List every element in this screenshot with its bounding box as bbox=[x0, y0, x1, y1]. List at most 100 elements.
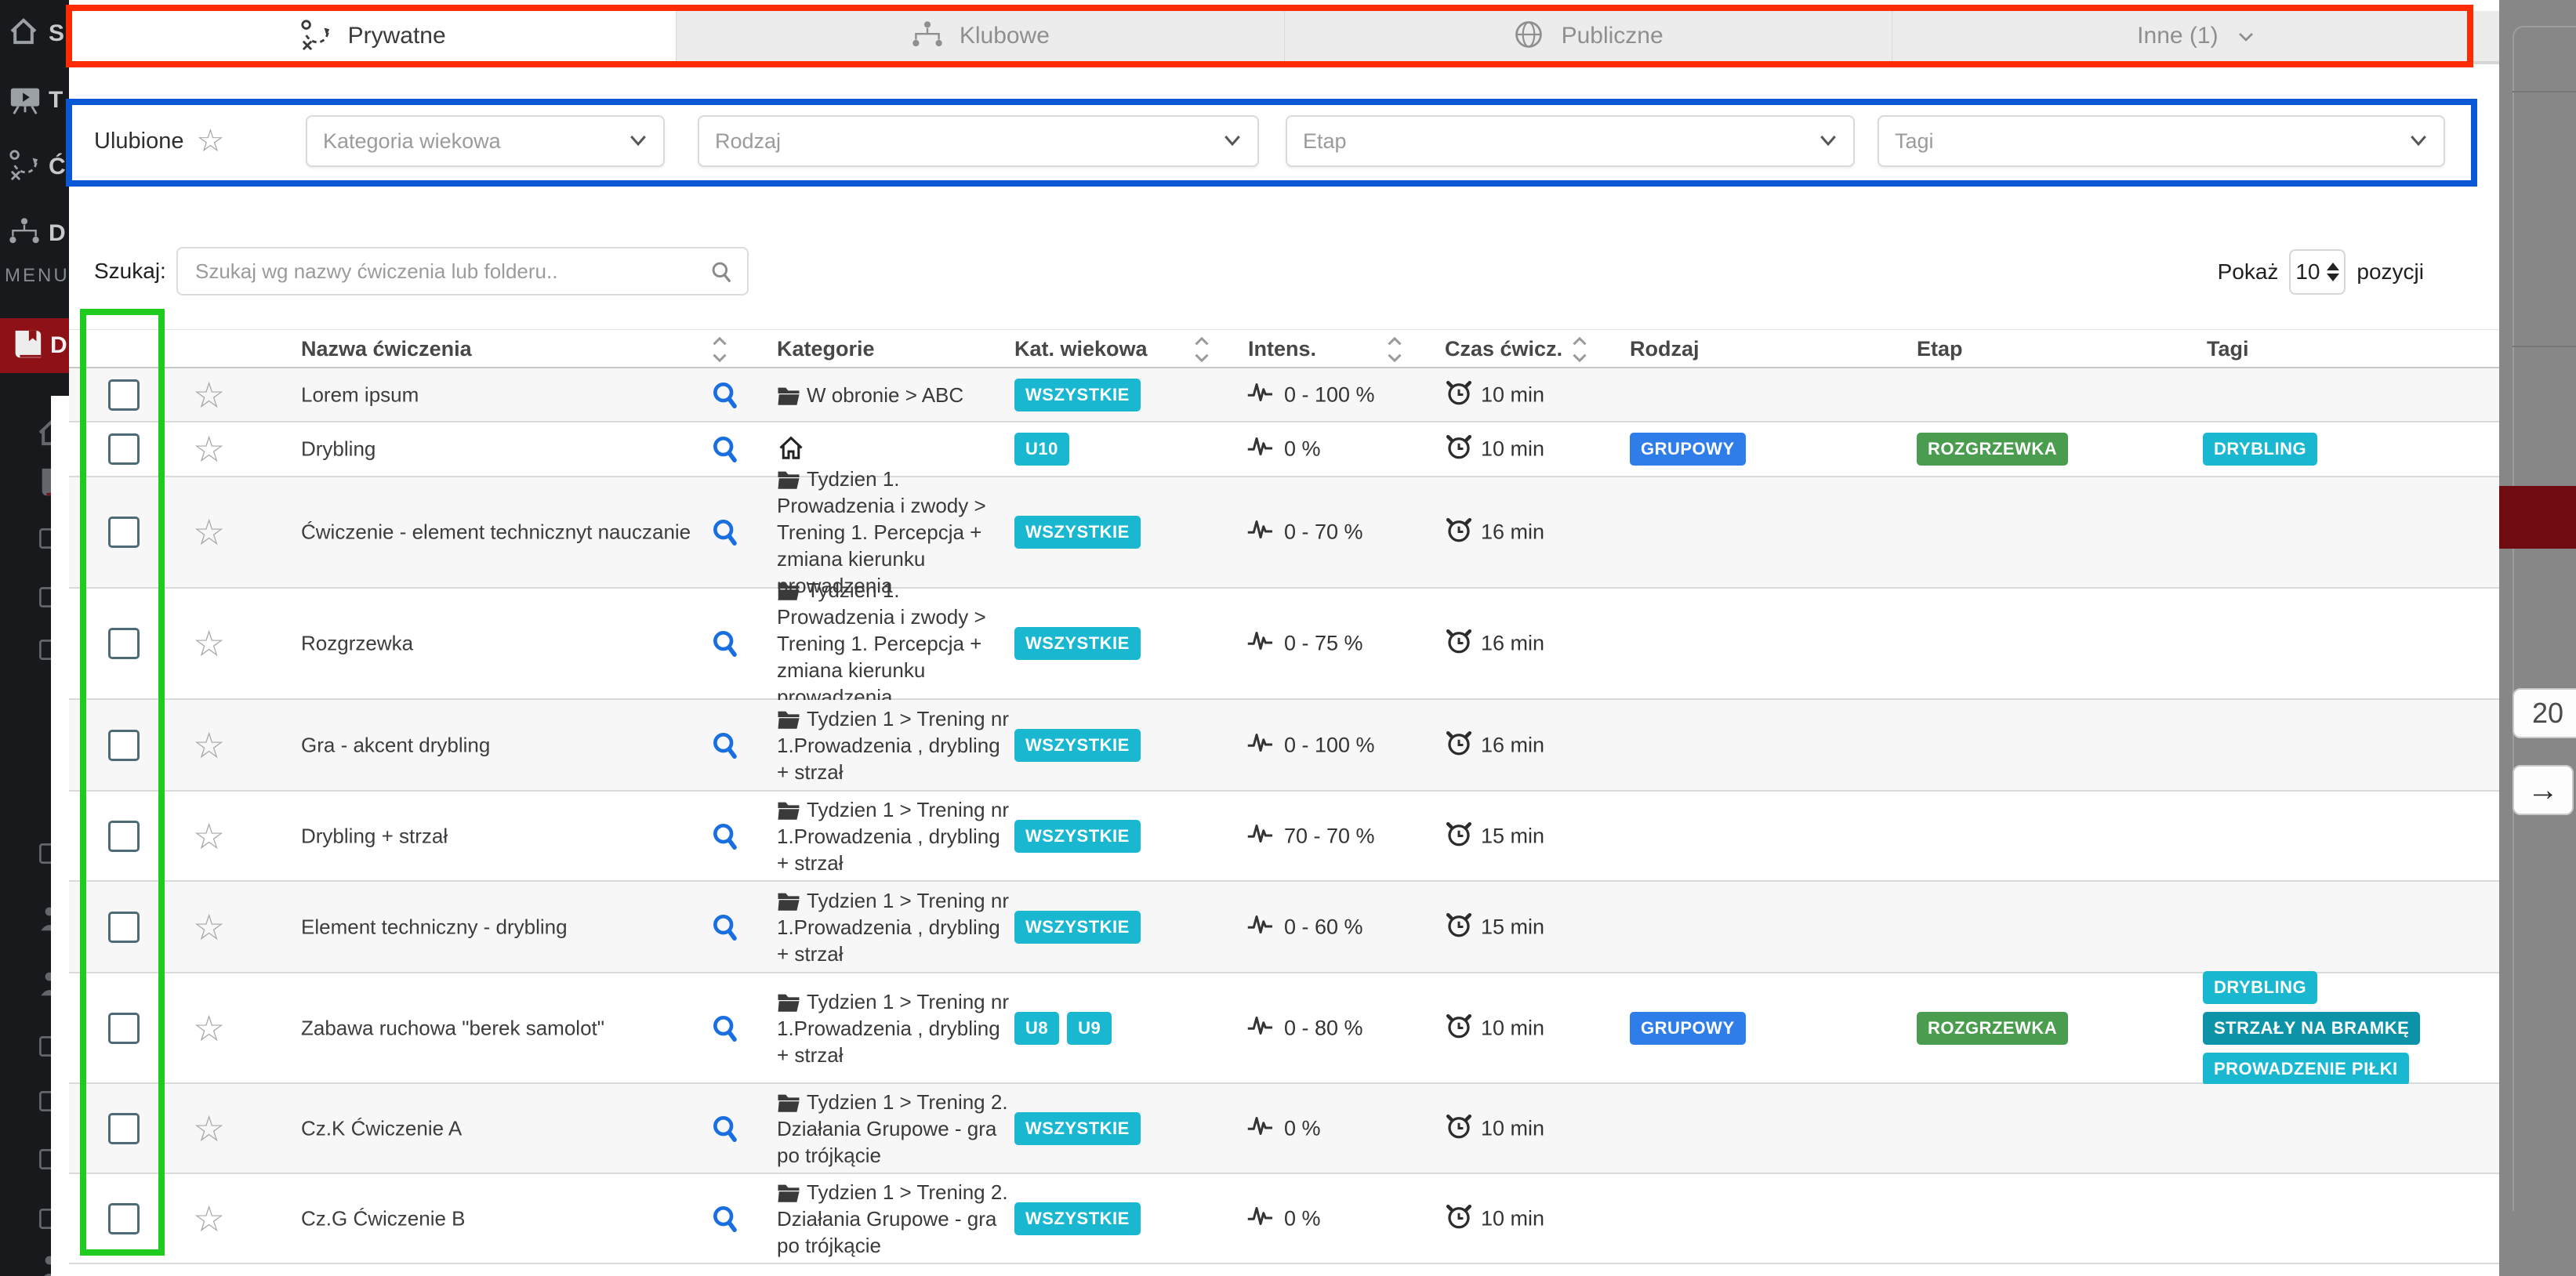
favorite-star-icon[interactable]: ☆ bbox=[193, 514, 225, 550]
content-panel-edge bbox=[51, 396, 69, 1276]
row-checkbox[interactable] bbox=[108, 628, 140, 659]
row-checkbox[interactable] bbox=[108, 1203, 140, 1234]
intensity-value: 0 - 100 % bbox=[1284, 382, 1375, 407]
tab-publiczne[interactable]: Publiczne bbox=[1285, 11, 1892, 64]
favorite-star-icon[interactable]: ☆ bbox=[193, 431, 225, 467]
intensity-value: 0 - 100 % bbox=[1284, 733, 1375, 757]
exercise-name: Zabawa ruchowa "berek samolot" bbox=[301, 1016, 604, 1040]
row-checkbox[interactable] bbox=[108, 1013, 140, 1044]
intensity-value: 0 - 60 % bbox=[1284, 915, 1363, 939]
filter-select-etap[interactable]: Etap bbox=[1286, 115, 1855, 167]
row-checkbox[interactable] bbox=[108, 912, 140, 943]
preview-magnifier-icon[interactable] bbox=[710, 517, 742, 548]
preview-magnifier-icon[interactable] bbox=[710, 1203, 742, 1234]
duration-value: 10 min bbox=[1481, 1206, 1544, 1231]
favorite-star-icon[interactable]: ☆ bbox=[196, 125, 224, 157]
tab-prywatne[interactable]: Prywatne bbox=[69, 11, 677, 64]
background-panel-outline bbox=[2513, 26, 2576, 1211]
preview-magnifier-icon[interactable] bbox=[710, 912, 742, 943]
stepper-icon[interactable] bbox=[2327, 263, 2339, 281]
row-checkbox[interactable] bbox=[108, 379, 140, 411]
favorite-star-icon[interactable]: ☆ bbox=[193, 625, 225, 662]
sidebar-item-ć[interactable]: Ć bbox=[0, 133, 69, 200]
favorite-star-icon[interactable]: ☆ bbox=[193, 1201, 225, 1237]
table-row: ☆Lorem ipsumW obronie > ABCWSZYSTKIE0 - … bbox=[69, 368, 2499, 422]
sidebar-menu-label: MENU bbox=[5, 265, 69, 287]
preview-magnifier-icon[interactable] bbox=[710, 1113, 742, 1144]
pulse-icon bbox=[1245, 821, 1276, 850]
sidebar-item-t[interactable]: T bbox=[0, 67, 69, 133]
favorite-star-icon[interactable]: ☆ bbox=[193, 1010, 225, 1046]
pulse-icon bbox=[1245, 730, 1276, 759]
age-category-cell: WSZYSTKIE bbox=[1014, 911, 1141, 944]
preview-magnifier-icon[interactable] bbox=[710, 1013, 742, 1044]
favorites-filter[interactable]: Ulubione ☆ bbox=[94, 115, 224, 167]
tab-inne-1-[interactable]: Inne (1) bbox=[1892, 11, 2499, 64]
exercise-name: Cz.G Ćwiczenie B bbox=[301, 1206, 466, 1231]
preview-magnifier-icon[interactable] bbox=[710, 628, 742, 659]
duration-cell: 10 min bbox=[1445, 378, 1544, 411]
preview-magnifier-icon[interactable] bbox=[710, 379, 742, 411]
select-placeholder: Tagi bbox=[1895, 129, 1934, 154]
age-badge: WSZYSTKIE bbox=[1014, 729, 1141, 762]
sort-icon[interactable] bbox=[1194, 335, 1211, 364]
row-checkbox[interactable] bbox=[108, 730, 140, 761]
sidebar-item-d[interactable]: D bbox=[0, 200, 69, 266]
duration-cell: 10 min bbox=[1445, 433, 1544, 466]
alarm-clock-icon bbox=[1445, 728, 1473, 762]
folder-path: Tydzien 1 > Trening nr 1.Prowadzenia , d… bbox=[777, 707, 1009, 784]
favorite-star-icon[interactable]: ☆ bbox=[193, 818, 225, 854]
visibility-tabbar: PrywatneKlubowePubliczneInne (1) bbox=[69, 11, 2499, 64]
preview-magnifier-icon[interactable] bbox=[710, 821, 742, 852]
hierarchy-icon bbox=[8, 216, 44, 252]
arrow-right-icon[interactable]: → bbox=[2513, 765, 2574, 815]
divider bbox=[2513, 91, 2576, 92]
filter-select-kategoria-wiekowa[interactable]: Kategoria wiekowa bbox=[306, 115, 665, 167]
exercise-name: Rozgrzewka bbox=[301, 632, 413, 656]
tag-badge: PROWADZENIE PIŁKI bbox=[2203, 1053, 2409, 1086]
age-category-cell: WSZYSTKIE bbox=[1014, 820, 1141, 853]
sidebar-item-s[interactable]: S bbox=[0, 0, 69, 67]
col-header-duration[interactable]: Czas ćwicz. bbox=[1445, 330, 1562, 368]
tab-klubowe[interactable]: Klubowe bbox=[677, 11, 1284, 64]
age-badge: U10 bbox=[1014, 433, 1069, 466]
folder-icon bbox=[777, 990, 807, 1013]
search-icon bbox=[709, 259, 735, 285]
stage-cell: ROZGRZEWKA bbox=[1917, 1012, 2068, 1045]
page-size-select[interactable]: 10 bbox=[2289, 249, 2346, 295]
hierarchy-icon bbox=[911, 19, 945, 53]
row-checkbox[interactable] bbox=[108, 1113, 140, 1144]
alarm-clock-icon bbox=[1445, 516, 1473, 549]
duration-value: 15 min bbox=[1481, 915, 1544, 939]
row-checkbox[interactable] bbox=[108, 821, 140, 852]
table-row: ☆Ćwiczenie - element technicznyt nauczan… bbox=[69, 477, 2499, 589]
row-checkbox[interactable] bbox=[108, 517, 140, 548]
intensity-cell: 70 - 70 % bbox=[1245, 821, 1375, 850]
col-header-age[interactable]: Kat. wiekowa bbox=[1014, 330, 1148, 368]
favorite-star-icon[interactable]: ☆ bbox=[193, 1111, 225, 1147]
row-checkbox[interactable] bbox=[108, 433, 140, 465]
preview-magnifier-icon[interactable] bbox=[710, 730, 742, 761]
sort-icon[interactable] bbox=[712, 335, 729, 364]
chevron-down-icon bbox=[629, 129, 648, 154]
filter-select-tagi[interactable]: Tagi bbox=[1878, 115, 2445, 167]
sidebar-item-active[interactable]: D bbox=[0, 318, 69, 373]
favorite-star-icon[interactable]: ☆ bbox=[193, 727, 225, 763]
favorite-star-icon[interactable]: ☆ bbox=[193, 909, 225, 945]
background-red-band bbox=[2499, 486, 2576, 549]
duration-cell: 10 min bbox=[1445, 1111, 1544, 1145]
col-header-intensity[interactable]: Intens. bbox=[1248, 330, 1316, 368]
tactics-icon bbox=[8, 149, 44, 185]
sort-icon[interactable] bbox=[1387, 335, 1404, 364]
main-panel: PrywatneKlubowePubliczneInne (1) Ulubion… bbox=[69, 0, 2499, 1276]
favorite-star-icon[interactable]: ☆ bbox=[193, 377, 225, 413]
preview-magnifier-icon[interactable] bbox=[710, 433, 742, 465]
search-input[interactable] bbox=[194, 248, 698, 294]
background-value-box[interactable]: 20 bbox=[2513, 688, 2576, 738]
home-icon bbox=[777, 440, 811, 463]
folder-icon bbox=[777, 467, 807, 491]
sort-icon[interactable] bbox=[1572, 335, 1589, 364]
filter-select-rodzaj[interactable]: Rodzaj bbox=[698, 115, 1259, 167]
age-category-cell: WSZYSTKIE bbox=[1014, 627, 1141, 660]
col-header-name[interactable]: Nazwa ćwiczenia bbox=[301, 330, 472, 368]
